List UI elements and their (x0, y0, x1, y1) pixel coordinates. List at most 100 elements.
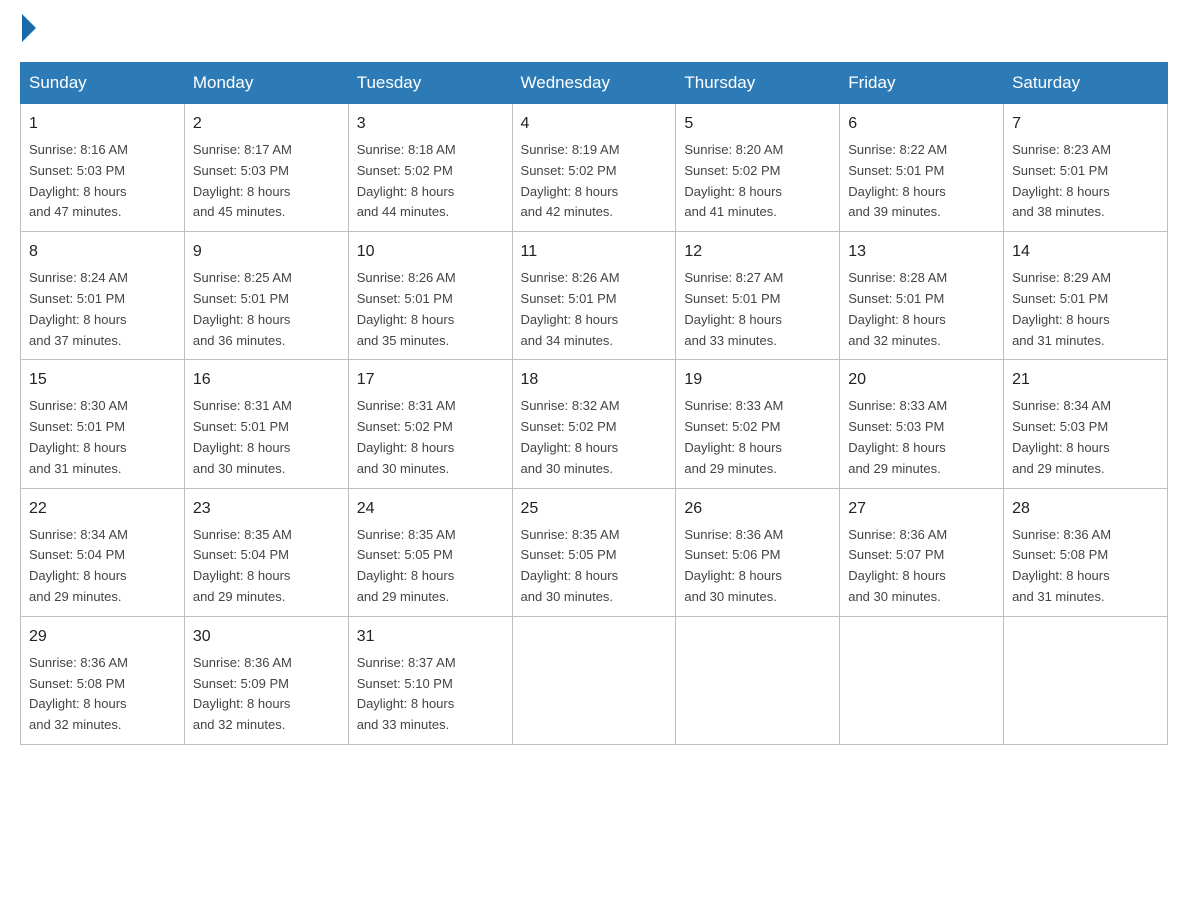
day-number: 6 (848, 112, 995, 136)
column-header-wednesday: Wednesday (512, 63, 676, 104)
day-number: 25 (521, 497, 668, 521)
calendar-cell: 19 Sunrise: 8:33 AMSunset: 5:02 PMDayligh… (676, 360, 840, 488)
day-number: 29 (29, 625, 176, 649)
page-header (20, 20, 1168, 42)
calendar-cell: 1 Sunrise: 8:16 AMSunset: 5:03 PMDaylight… (21, 104, 185, 232)
day-info: Sunrise: 8:19 AMSunset: 5:02 PMDaylight:… (521, 140, 668, 223)
day-number: 14 (1012, 240, 1159, 264)
day-number: 1 (29, 112, 176, 136)
day-info: Sunrise: 8:16 AMSunset: 5:03 PMDaylight:… (29, 140, 176, 223)
day-info: Sunrise: 8:36 AMSunset: 5:06 PMDaylight:… (684, 525, 831, 608)
day-info: Sunrise: 8:35 AMSunset: 5:05 PMDaylight:… (521, 525, 668, 608)
calendar-cell: 5 Sunrise: 8:20 AMSunset: 5:02 PMDaylight… (676, 104, 840, 232)
calendar-cell: 31Sunrise: 8:37 AMSunset: 5:10 PMDayligh… (348, 616, 512, 744)
day-number: 16 (193, 368, 340, 392)
day-info: Sunrise: 8:29 AMSunset: 5:01 PMDaylight:… (1012, 268, 1159, 351)
day-number: 3 (357, 112, 504, 136)
day-info: Sunrise: 8:36 AMSunset: 5:07 PMDaylight:… (848, 525, 995, 608)
week-row-1: 1 Sunrise: 8:16 AMSunset: 5:03 PMDaylight… (21, 104, 1168, 232)
day-number: 4 (521, 112, 668, 136)
day-number: 5 (684, 112, 831, 136)
day-info: Sunrise: 8:24 AMSunset: 5:01 PMDaylight:… (29, 268, 176, 351)
day-number: 15 (29, 368, 176, 392)
calendar-cell (1004, 616, 1168, 744)
logo (20, 20, 36, 42)
day-number: 7 (1012, 112, 1159, 136)
day-number: 18 (521, 368, 668, 392)
day-info: Sunrise: 8:36 AMSunset: 5:08 PMDaylight:… (29, 653, 176, 736)
logo-triangle-icon (22, 14, 36, 42)
day-info: Sunrise: 8:36 AMSunset: 5:09 PMDaylight:… (193, 653, 340, 736)
calendar-cell: 29 Sunrise: 8:36 AMSunset: 5:08 PMDayligh… (21, 616, 185, 744)
day-number: 9 (193, 240, 340, 264)
day-info: Sunrise: 8:26 AMSunset: 5:01 PMDaylight:… (357, 268, 504, 351)
day-info: Sunrise: 8:23 AMSunset: 5:01 PMDaylight:… (1012, 140, 1159, 223)
day-number: 28 (1012, 497, 1159, 521)
day-info: Sunrise: 8:32 AMSunset: 5:02 PMDaylight:… (521, 396, 668, 479)
day-number: 17 (357, 368, 504, 392)
calendar-cell: 12 Sunrise: 8:27 AMSunset: 5:01 PMDayligh… (676, 232, 840, 360)
calendar-cell: 18 Sunrise: 8:32 AMSunset: 5:02 PMDayligh… (512, 360, 676, 488)
day-info: Sunrise: 8:31 AMSunset: 5:02 PMDaylight:… (357, 396, 504, 479)
calendar-cell: 16 Sunrise: 8:31 AMSunset: 5:01 PMDayligh… (184, 360, 348, 488)
column-header-sunday: Sunday (21, 63, 185, 104)
day-info: Sunrise: 8:18 AMSunset: 5:02 PMDaylight:… (357, 140, 504, 223)
day-info: Sunrise: 8:33 AMSunset: 5:03 PMDaylight:… (848, 396, 995, 479)
week-row-5: 29 Sunrise: 8:36 AMSunset: 5:08 PMDayligh… (21, 616, 1168, 744)
calendar-cell (512, 616, 676, 744)
calendar-cell: 15 Sunrise: 8:30 AMSunset: 5:01 PMDayligh… (21, 360, 185, 488)
calendar-cell: 8 Sunrise: 8:24 AMSunset: 5:01 PMDaylight… (21, 232, 185, 360)
day-number: 30 (193, 625, 340, 649)
day-number: 21 (1012, 368, 1159, 392)
day-info: Sunrise: 8:22 AMSunset: 5:01 PMDaylight:… (848, 140, 995, 223)
calendar-cell: 7 Sunrise: 8:23 AMSunset: 5:01 PMDaylight… (1004, 104, 1168, 232)
calendar-cell: 28 Sunrise: 8:36 AMSunset: 5:08 PMDayligh… (1004, 488, 1168, 616)
calendar-cell (840, 616, 1004, 744)
calendar-cell: 11Sunrise: 8:26 AMSunset: 5:01 PMDayligh… (512, 232, 676, 360)
day-info: Sunrise: 8:27 AMSunset: 5:01 PMDaylight:… (684, 268, 831, 351)
day-info: Sunrise: 8:30 AMSunset: 5:01 PMDaylight:… (29, 396, 176, 479)
calendar-cell: 23Sunrise: 8:35 AMSunset: 5:04 PMDayligh… (184, 488, 348, 616)
day-number: 24 (357, 497, 504, 521)
calendar-header-row: SundayMondayTuesdayWednesdayThursdayFrid… (21, 63, 1168, 104)
calendar-cell: 13Sunrise: 8:28 AMSunset: 5:01 PMDayligh… (840, 232, 1004, 360)
day-number: 19 (684, 368, 831, 392)
day-info: Sunrise: 8:20 AMSunset: 5:02 PMDaylight:… (684, 140, 831, 223)
day-info: Sunrise: 8:31 AMSunset: 5:01 PMDaylight:… (193, 396, 340, 479)
day-info: Sunrise: 8:33 AMSunset: 5:02 PMDaylight:… (684, 396, 831, 479)
day-number: 10 (357, 240, 504, 264)
day-info: Sunrise: 8:36 AMSunset: 5:08 PMDaylight:… (1012, 525, 1159, 608)
day-info: Sunrise: 8:35 AMSunset: 5:05 PMDaylight:… (357, 525, 504, 608)
day-info: Sunrise: 8:17 AMSunset: 5:03 PMDaylight:… (193, 140, 340, 223)
week-row-2: 8 Sunrise: 8:24 AMSunset: 5:01 PMDaylight… (21, 232, 1168, 360)
calendar-cell: 27Sunrise: 8:36 AMSunset: 5:07 PMDayligh… (840, 488, 1004, 616)
calendar-cell: 24 Sunrise: 8:35 AMSunset: 5:05 PMDayligh… (348, 488, 512, 616)
day-number: 12 (684, 240, 831, 264)
calendar-cell: 2 Sunrise: 8:17 AMSunset: 5:03 PMDaylight… (184, 104, 348, 232)
day-info: Sunrise: 8:25 AMSunset: 5:01 PMDaylight:… (193, 268, 340, 351)
calendar-cell: 26 Sunrise: 8:36 AMSunset: 5:06 PMDayligh… (676, 488, 840, 616)
day-info: Sunrise: 8:34 AMSunset: 5:04 PMDaylight:… (29, 525, 176, 608)
day-info: Sunrise: 8:35 AMSunset: 5:04 PMDaylight:… (193, 525, 340, 608)
column-header-saturday: Saturday (1004, 63, 1168, 104)
calendar-cell: 10 Sunrise: 8:26 AMSunset: 5:01 PMDayligh… (348, 232, 512, 360)
column-header-thursday: Thursday (676, 63, 840, 104)
column-header-friday: Friday (840, 63, 1004, 104)
calendar-cell: 9 Sunrise: 8:25 AMSunset: 5:01 PMDaylight… (184, 232, 348, 360)
calendar-cell: 14 Sunrise: 8:29 AMSunset: 5:01 PMDayligh… (1004, 232, 1168, 360)
calendar-cell: 20Sunrise: 8:33 AMSunset: 5:03 PMDayligh… (840, 360, 1004, 488)
day-number: 26 (684, 497, 831, 521)
calendar-cell: 21 Sunrise: 8:34 AMSunset: 5:03 PMDayligh… (1004, 360, 1168, 488)
day-number: 8 (29, 240, 176, 264)
week-row-4: 22Sunrise: 8:34 AMSunset: 5:04 PMDayligh… (21, 488, 1168, 616)
day-info: Sunrise: 8:26 AMSunset: 5:01 PMDaylight:… (521, 268, 668, 351)
calendar-cell: 3 Sunrise: 8:18 AMSunset: 5:02 PMDaylight… (348, 104, 512, 232)
day-number: 2 (193, 112, 340, 136)
calendar-cell: 30 Sunrise: 8:36 AMSunset: 5:09 PMDayligh… (184, 616, 348, 744)
day-info: Sunrise: 8:34 AMSunset: 5:03 PMDaylight:… (1012, 396, 1159, 479)
calendar-cell: 22Sunrise: 8:34 AMSunset: 5:04 PMDayligh… (21, 488, 185, 616)
calendar-cell (676, 616, 840, 744)
column-header-monday: Monday (184, 63, 348, 104)
calendar-table: SundayMondayTuesdayWednesdayThursdayFrid… (20, 62, 1168, 745)
calendar-cell: 17 Sunrise: 8:31 AMSunset: 5:02 PMDayligh… (348, 360, 512, 488)
